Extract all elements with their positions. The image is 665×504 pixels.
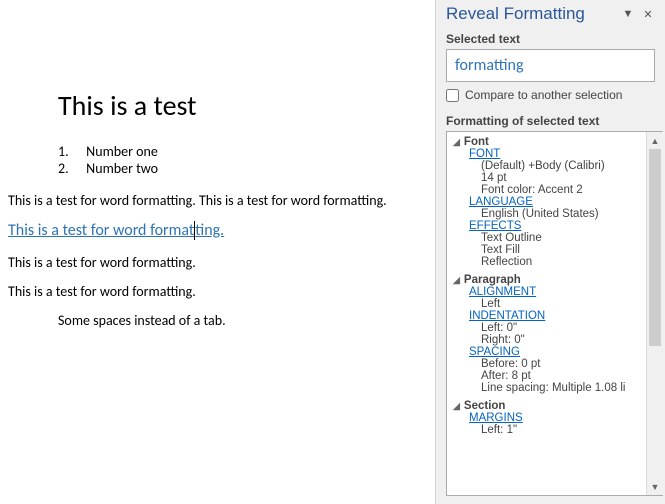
paragraph[interactable]: This is a test for word formatting. (8, 254, 427, 271)
tree-value: Before: 0 pt (481, 358, 642, 370)
tree-section-font: ◢ Font FONT (Default) +Body (Calibri) 14… (453, 136, 642, 268)
list-number: 1. (58, 143, 83, 160)
selected-text-label: Selected text (436, 26, 665, 49)
list-item[interactable]: 1. Number one (58, 143, 427, 160)
collapse-icon[interactable]: ◢ (453, 275, 460, 286)
paragraph-indented[interactable]: Some spaces instead of a tab. (58, 312, 427, 329)
tree-value: Line spacing: Multiple 1.08 li (481, 382, 642, 394)
scroll-up-icon[interactable]: ▲ (647, 132, 663, 149)
tree-value: Text Outline (481, 232, 642, 244)
list-item[interactable]: 2. Number two (58, 160, 427, 177)
paragraph[interactable]: This is a test for word formatting. This… (8, 192, 427, 209)
doc-title[interactable]: This is a test (58, 88, 427, 123)
panel-title: Reveal Formatting (446, 4, 585, 24)
tree-head-font[interactable]: ◢ Font (453, 136, 642, 148)
reveal-formatting-panel: Reveal Formatting ▼ ✕ Selected text form… (435, 0, 665, 504)
compare-checkbox-row[interactable]: Compare to another selection (436, 86, 665, 108)
paragraph-formatted[interactable]: This is a test for word formatting. (8, 221, 427, 240)
tree-value: (Default) +Body (Calibri) (481, 160, 642, 172)
selected-text-box[interactable]: formatting (446, 49, 655, 82)
tree-value: Font color: Accent 2 (481, 184, 642, 196)
tree-section-section: ◢ Section MARGINS Left: 1" (453, 400, 642, 436)
language-link[interactable]: LANGUAGE (469, 196, 642, 208)
tree-head-section[interactable]: ◢ Section (453, 400, 642, 412)
collapse-icon[interactable]: ◢ (453, 401, 460, 412)
tree-section-paragraph: ◢ Paragraph ALIGNMENT Left INDENTATION L… (453, 274, 642, 394)
panel-dropdown-icon[interactable]: ▼ (619, 5, 637, 23)
tree-value: English (United States) (481, 208, 642, 220)
formatting-tree-container: ◢ Font FONT (Default) +Body (Calibri) 14… (446, 131, 663, 496)
font-link[interactable]: FONT (469, 148, 642, 160)
tree-value: Left (481, 298, 642, 310)
tree-value: After: 8 pt (481, 370, 642, 382)
list-text: Number one (86, 143, 158, 160)
scroll-thumb[interactable] (649, 149, 661, 346)
indentation-link[interactable]: INDENTATION (469, 310, 642, 322)
collapse-icon[interactable]: ◢ (453, 137, 460, 148)
scroll-track[interactable] (647, 149, 663, 478)
effects-link[interactable]: EFFECTS (469, 220, 642, 232)
spacing-link[interactable]: SPACING (469, 346, 642, 358)
compare-label: Compare to another selection (465, 88, 622, 102)
alignment-link[interactable]: ALIGNMENT (469, 286, 642, 298)
document-area[interactable]: This is a test 1. Number one 2. Number t… (0, 0, 435, 504)
tree-value: Right: 0" (481, 334, 642, 346)
numbered-list[interactable]: 1. Number one 2. Number two (58, 143, 427, 177)
list-number: 2. (58, 160, 83, 177)
formatting-tree[interactable]: ◢ Font FONT (Default) +Body (Calibri) 14… (447, 132, 646, 495)
paragraph[interactable]: This is a test for word formatting. (8, 283, 427, 300)
tree-value: Reflection (481, 256, 642, 268)
scroll-down-icon[interactable]: ▼ (647, 478, 663, 495)
tree-value: Left: 1" (481, 424, 642, 436)
tree-value: Text Fill (481, 244, 642, 256)
tree-value: 14 pt (481, 172, 642, 184)
margins-link[interactable]: MARGINS (469, 412, 642, 424)
compare-checkbox[interactable] (446, 89, 459, 102)
tree-value: Left: 0" (481, 322, 642, 334)
tree-head-paragraph[interactable]: ◢ Paragraph (453, 274, 642, 286)
close-icon[interactable]: ✕ (639, 5, 657, 23)
scrollbar[interactable]: ▲ ▼ (646, 132, 663, 495)
formatting-section-label: Formatting of selected text (436, 108, 665, 131)
panel-header: Reveal Formatting ▼ ✕ (436, 0, 665, 26)
list-text: Number two (86, 160, 158, 177)
